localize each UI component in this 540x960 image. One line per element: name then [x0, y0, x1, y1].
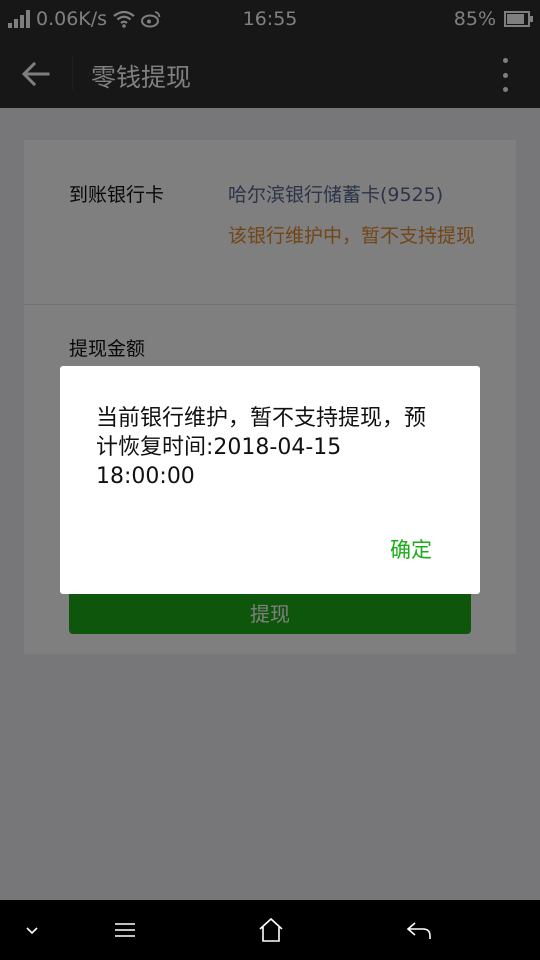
confirm-button[interactable]: 确定 [390, 534, 432, 564]
maintenance-dialog: 当前银行维护，暂不支持提现，预计恢复时间:2018-04-15 18:00:00… [60, 366, 480, 594]
system-nav-bar [0, 900, 540, 960]
chevron-down-icon [26, 927, 38, 935]
back-nav-button[interactable] [398, 900, 440, 960]
menu-icon [115, 923, 135, 937]
collapse-button[interactable] [14, 900, 50, 960]
home-button[interactable] [250, 900, 292, 960]
home-icon [259, 917, 283, 942]
dialog-message: 当前银行维护，暂不支持提现，预计恢复时间:2018-04-15 18:00:00 [96, 406, 427, 489]
back-icon [406, 922, 431, 939]
menu-button[interactable] [104, 900, 146, 960]
